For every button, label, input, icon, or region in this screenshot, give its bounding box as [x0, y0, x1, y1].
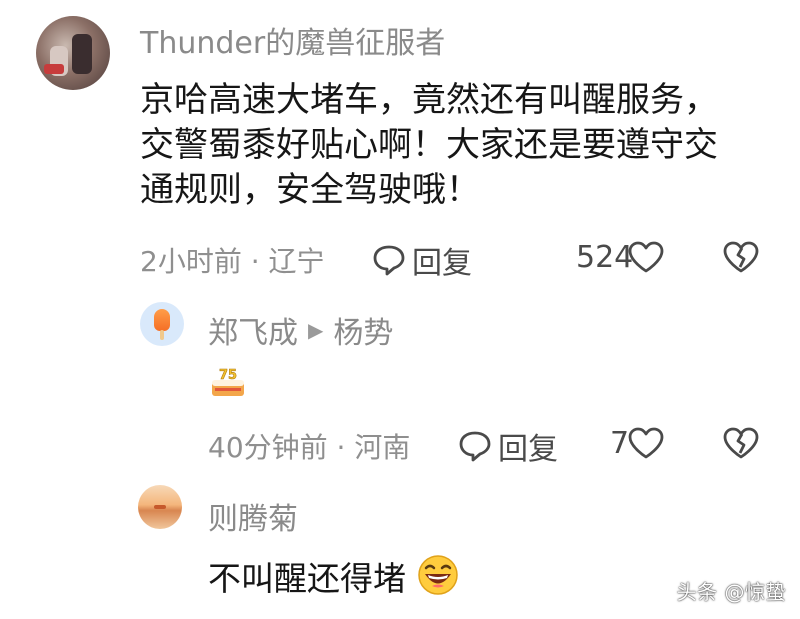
avatar-main-comment[interactable] — [36, 16, 110, 90]
reply-1-target-username[interactable]: 杨势 — [333, 308, 393, 352]
comment-meta: 2小时前 · 辽宁 — [140, 245, 325, 278]
reply-1-reply-button[interactable]: 回复 — [458, 424, 558, 468]
reply-1-reply-label: 回复 — [498, 432, 558, 467]
reply-1-username[interactable]: 郑飞成 — [208, 308, 298, 352]
svg-text:75: 75 — [219, 368, 237, 383]
reply-to-arrow-icon: ▶ — [308, 318, 324, 342]
heart-icon[interactable] — [627, 240, 665, 274]
broken-heart-icon[interactable] — [722, 426, 760, 460]
reply-2-text: 不叫醒还得堵 — [208, 559, 406, 598]
avatar-reply-2[interactable] — [138, 485, 182, 529]
reply-button[interactable]: 回复 — [372, 238, 472, 282]
cake-icon: 75 — [208, 362, 248, 402]
avatar-reply-1[interactable] — [140, 302, 184, 346]
comment-text-line-1: 京哈高速大堵车，竟然还有叫醒服务， — [140, 80, 718, 120]
reply-2-username[interactable]: 则腾菊 — [208, 494, 298, 538]
comment-text-line-3: 通规则，安全驾驶哦！ — [140, 170, 480, 210]
watermark: 头条 @惊蛰 — [676, 580, 786, 604]
grinning-face-icon — [416, 553, 460, 597]
speech-bubble-icon — [458, 430, 492, 462]
reply-1-header: 郑飞成 ▶ 杨势 — [208, 308, 393, 352]
comment-text: 京哈高速大堵车，竟然还有叫醒服务， 交警蜀黍好贴心啊！大家还是要遵守交 通规则，… — [140, 78, 780, 213]
speech-bubble-icon — [372, 244, 406, 276]
heart-icon[interactable] — [627, 426, 665, 460]
like-count: 524 — [576, 240, 634, 275]
reply-button-label: 回复 — [412, 246, 472, 281]
broken-heart-icon[interactable] — [722, 240, 760, 274]
comment-text-line-2: 交警蜀黍好贴心啊！大家还是要遵守交 — [140, 125, 718, 165]
reply-1-meta: 40分钟前 · 河南 — [208, 431, 411, 464]
comment-username[interactable]: Thunder的魔兽征服者 — [140, 18, 445, 62]
